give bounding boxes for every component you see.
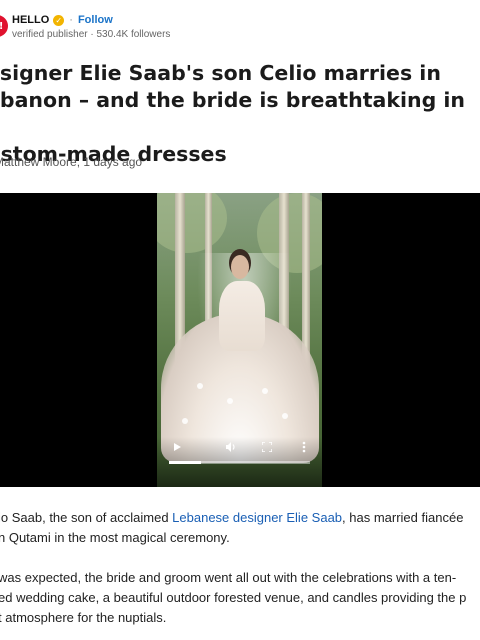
- paragraph-text: , has married fiancée: [342, 510, 464, 525]
- paragraph-text: t atmosphere for the nuptials.: [0, 610, 167, 625]
- separator-dot: ·: [69, 14, 73, 26]
- article-paragraph: io Saab, the son of acclaimed Lebanese d…: [0, 508, 463, 548]
- paragraph-text: was expected, the bride and groom went a…: [0, 570, 457, 585]
- bride-head: [231, 255, 249, 279]
- lace-detail: [262, 388, 268, 394]
- article-byline: Matthew Moore, 1 days ago: [0, 155, 143, 169]
- publisher-name[interactable]: HELLO: [12, 14, 49, 26]
- publisher-info: HELLO ✓ · Follow verified publisher · 53…: [12, 12, 170, 40]
- title-line: esigner Elie Saab's son Celio marries in: [0, 61, 441, 85]
- dress-bodice: [219, 281, 265, 351]
- lace-detail: [182, 418, 188, 424]
- lace-detail: [282, 413, 288, 419]
- video-progress-bar[interactable]: [169, 461, 310, 464]
- paragraph-text: n Qutami in the most magical ceremony.: [0, 530, 230, 545]
- lace-detail: [227, 398, 233, 404]
- follow-button[interactable]: Follow: [78, 14, 113, 26]
- publisher-line: HELLO ✓ · Follow: [12, 12, 170, 28]
- volume-icon[interactable]: [223, 439, 239, 455]
- fullscreen-icon[interactable]: [259, 439, 275, 455]
- title-line: ebanon – and the bride is breathtaking i…: [0, 88, 466, 139]
- play-icon[interactable]: [169, 439, 185, 455]
- video-player[interactable]: [0, 193, 480, 487]
- more-options-icon[interactable]: [296, 439, 312, 455]
- paragraph-text: io Saab, the son of acclaimed: [0, 510, 173, 525]
- publisher-logo[interactable]: H!: [0, 15, 8, 37]
- video-controls: [157, 437, 322, 487]
- verified-badge-icon: ✓: [53, 14, 65, 26]
- article-paragraph: was expected, the bride and groom went a…: [0, 568, 466, 628]
- video-progress-fill: [169, 461, 202, 464]
- publisher-header: H! HELLO ✓ · Follow verified publisher ·…: [0, 8, 170, 44]
- designer-link[interactable]: Lebanese designer Elie Saab: [172, 510, 342, 525]
- foliage: [157, 193, 227, 253]
- paragraph-text: ed wedding cake, a beautiful outdoor for…: [0, 590, 467, 605]
- article-title: esigner Elie Saab's son Celio marries in…: [0, 60, 480, 168]
- publisher-subtitle: verified publisher · 530.4K followers: [12, 29, 171, 40]
- lace-detail: [197, 383, 203, 389]
